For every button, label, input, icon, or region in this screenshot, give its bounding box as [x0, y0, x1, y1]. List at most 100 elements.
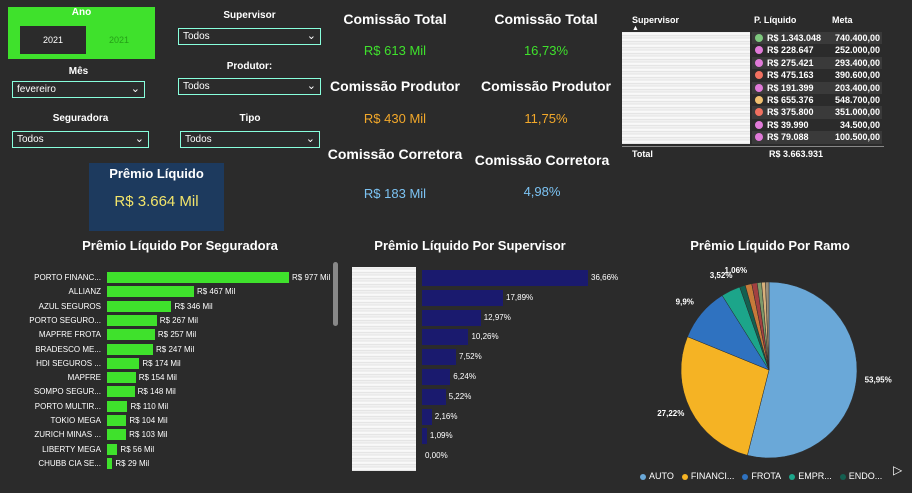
supervisor-row[interactable]: R$ 228.647 252.000,00: [752, 44, 882, 56]
legend-next-icon[interactable]: ▷: [893, 463, 902, 477]
seguradora-value-label: R$ 977 Mil: [292, 273, 331, 282]
comissao-corretora-value: R$ 183 Mil: [363, 186, 427, 201]
premio-card-value: R$ 3.664 Mil: [114, 193, 199, 210]
seguradora-bar[interactable]: [107, 457, 113, 469]
supervisor-row[interactable]: R$ 39.990 34.500,00: [752, 119, 882, 131]
seguradora-bar[interactable]: [107, 300, 172, 312]
seguradora-bar-chart: PORTO FINANC... R$ 977 Mil ALLIANZ R$ 467 M…: [10, 272, 340, 472]
total-value: R$ 3.663.931: [769, 149, 824, 159]
mes-dropdown[interactable]: fevereiro ⌄: [12, 81, 145, 98]
supervisor-row[interactable]: R$ 475.163 390.600,00: [752, 69, 882, 81]
seguradora-bar[interactable]: [107, 415, 127, 426]
legend-item[interactable]: AUTO: [640, 471, 674, 481]
supervisor-row[interactable]: R$ 191.399 203.400,00: [752, 81, 882, 94]
supervisor-value-label: 1,09%: [429, 431, 453, 441]
supervisor-bar[interactable]: [422, 408, 432, 425]
seguradora-dropdown[interactable]: Todos ⌄: [12, 131, 149, 148]
seguradora-category-label: BRADESCO ME...: [35, 344, 101, 354]
legend-label: AUTO: [649, 471, 674, 481]
supervisor-value-label: 17,89%: [506, 292, 534, 302]
tipo-dropdown[interactable]: Todos ⌄: [180, 131, 320, 148]
col-header-supervisor[interactable]: Supervisor: [632, 15, 679, 25]
supervisor-value-label: 6,24%: [453, 372, 476, 381]
meta-cell: 203.400,00: [834, 82, 880, 93]
comissao-total-pct: 16,73%: [523, 43, 569, 58]
col-header-meta[interactable]: Meta: [832, 15, 853, 25]
seguradora-value-label: R$ 110 Mil: [130, 401, 169, 411]
produtor-dropdown[interactable]: Todos ⌄: [178, 78, 321, 95]
supervisor-bar[interactable]: [422, 369, 451, 385]
sort-arrow-icon: ▲: [632, 25, 639, 32]
scrollbar[interactable]: [333, 262, 338, 326]
supervisor-row[interactable]: R$ 275.421 293.400,00: [752, 56, 882, 70]
seguradora-category-label: PORTO MULTIR...: [34, 401, 101, 411]
redacted-supervisor-labels: [352, 267, 416, 471]
seguradora-category-label: CHUBB CIA SE...: [38, 458, 101, 468]
supervisor-bar[interactable]: [422, 289, 503, 306]
status-dot-icon: [755, 95, 763, 104]
supervisor-bar[interactable]: [422, 270, 588, 286]
supervisor-bar[interactable]: [422, 388, 446, 405]
total-row: Total R$ 3.663.931: [622, 146, 884, 161]
supervisor-bar[interactable]: [422, 309, 481, 326]
supervisor-row[interactable]: R$ 79.088 100.500,00: [752, 131, 882, 144]
year-2021-button-selected[interactable]: 2021: [20, 26, 86, 54]
seguradora-bar[interactable]: [107, 272, 289, 283]
seguradora-bar[interactable]: [107, 372, 136, 384]
seguradora-bar[interactable]: [107, 357, 140, 369]
seguradora-category-label: PORTO SEGURO...: [29, 315, 101, 325]
comissao-produtor-title: Comissão Produtor: [330, 78, 460, 94]
comissao-produtor-pct: 11,75%: [524, 111, 568, 126]
redacted-supervisor-names: [622, 32, 750, 144]
supervisor-value-label: 0,00%: [425, 451, 448, 461]
legend-item[interactable]: EMPR...: [789, 471, 832, 481]
seguradora-bar[interactable]: [107, 400, 128, 412]
supervisor-dropdown[interactable]: Todos ⌄: [178, 28, 321, 45]
seguradora-bar[interactable]: [107, 429, 127, 441]
seguradora-bar[interactable]: [107, 343, 153, 355]
legend-item[interactable]: ENDO...: [839, 471, 882, 481]
seguradora-category-label: AZUL SEGUROS: [38, 301, 101, 311]
supervisor-row[interactable]: R$ 655.376 548.700,00: [752, 94, 882, 106]
seguradora-category-label: MAPFRE: [67, 373, 101, 383]
supervisor-value-label: 36,66%: [591, 273, 619, 282]
supervisor-row[interactable]: R$ 1.343.048 740.400,00: [752, 32, 882, 45]
comissao-corretora-pct-title: Comissão Corretora: [474, 152, 610, 168]
seguradora-bar[interactable]: [107, 314, 157, 326]
supervisor-bar[interactable]: [422, 428, 427, 445]
premio-cell: R$ 275.421: [767, 57, 814, 68]
tipo-label: Tipo: [239, 113, 261, 124]
premio-cell: R$ 228.647: [767, 45, 814, 56]
seguradora-value-label: R$ 267 Mil: [159, 315, 198, 325]
seguradora-value-label: R$ 467 Mil: [196, 287, 236, 297]
premio-cell: R$ 191.399: [767, 82, 814, 93]
seguradora-value-label: R$ 346 Mil: [174, 301, 213, 311]
supervisor-row[interactable]: R$ 375.800 351.000,00: [752, 106, 882, 119]
legend-item[interactable]: FINANCI...: [681, 471, 734, 481]
seguradora-bar[interactable]: [107, 386, 135, 398]
produtor-label: Produtor:: [226, 61, 273, 72]
premio-cell: R$ 375.800: [767, 107, 814, 118]
premio-cell: R$ 79.088: [767, 132, 809, 143]
year-2021-button[interactable]: 2021: [86, 26, 152, 54]
chevron-down-icon: ⌄: [305, 133, 315, 145]
seguradora-bar[interactable]: [107, 329, 155, 341]
premio-cell: R$ 655.376: [767, 94, 814, 105]
legend-color-icon: [839, 473, 846, 480]
supervisor-bar[interactable]: [422, 329, 469, 346]
ramo-legend: AUTO FINANCI... FROTA EMPR... ENDO...: [640, 466, 900, 484]
supervisor-bar[interactable]: [422, 349, 457, 366]
legend-item[interactable]: FROTA: [742, 471, 781, 481]
chevron-down-icon: ⌄: [134, 133, 144, 145]
premio-cell: R$ 475.163: [767, 70, 814, 81]
seguradora-value-label: R$ 103 Mil: [129, 430, 168, 440]
col-header-premio[interactable]: P. Líquido: [754, 15, 796, 25]
supervisor-chart-title: Prêmio Líquido Por Supervisor: [374, 238, 566, 253]
seguradora-value-label: R$ 247 Mil: [156, 344, 195, 354]
seguradora-bar[interactable]: [107, 286, 194, 298]
meta-cell: 548.700,00: [834, 94, 880, 105]
produtor-value: Todos: [183, 81, 210, 92]
seguradora-bar[interactable]: [107, 443, 118, 455]
tipo-value: Todos: [185, 134, 212, 145]
status-dot-icon: [755, 108, 763, 117]
